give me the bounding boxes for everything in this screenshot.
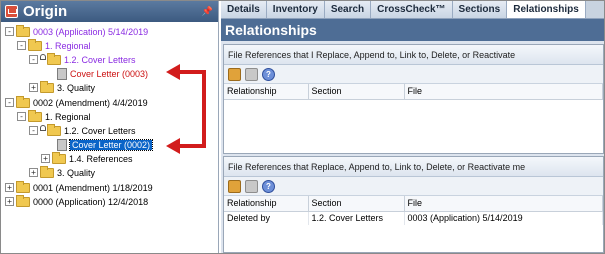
tree-node[interactable]: +3. Quality (29, 165, 95, 179)
tab-search[interactable]: Search (324, 1, 372, 18)
tree-node-label[interactable]: 0000 (Application) 12/4/2018 (33, 197, 148, 207)
tree-node-label[interactable]: 3. Quality (57, 168, 95, 178)
tree-node[interactable]: - 1. Regional (17, 38, 91, 52)
tree-node-label[interactable]: 0002 (Amendment) 4/4/2019 (33, 98, 148, 108)
tab-relationships[interactable]: Relationships (507, 1, 586, 18)
lock-icon (40, 124, 46, 131)
column-header-section[interactable]: Section (308, 196, 405, 212)
tree-node-label[interactable]: 1. Regional (45, 41, 91, 51)
folder-icon (16, 95, 30, 108)
relationships-title: Relationships (221, 19, 604, 41)
origin-header: Origin 📌 (1, 1, 218, 22)
column-header-section[interactable]: Section (308, 84, 405, 100)
tab-inventory[interactable]: Inventory (266, 1, 325, 18)
folder-icon (40, 165, 54, 178)
pin-icon[interactable]: 📌 (202, 6, 213, 17)
tree-node[interactable]: Cover Letter (0003) (57, 67, 148, 80)
collapse-icon[interactable]: - (17, 41, 26, 50)
section1-table: Relationship Section File (224, 84, 603, 100)
tree-node-label[interactable]: 1. Regional (45, 112, 91, 122)
section1-title: File References that I Replace, Append t… (224, 45, 603, 65)
document-icon (57, 138, 67, 151)
tree-node-label[interactable]: 0001 (Amendment) 1/18/2019 (33, 183, 153, 193)
section1-toolbar: ? (224, 65, 603, 84)
collapse-icon[interactable]: - (5, 27, 14, 36)
table-row[interactable]: Deleted by 1.2. Cover Letters 0003 (Appl… (224, 211, 603, 225)
relationship-arrow (166, 64, 206, 154)
expand-icon[interactable]: + (5, 197, 14, 206)
tree-node[interactable]: +1.4. References (41, 151, 133, 165)
outgoing-references-section: File References that I Replace, Append t… (223, 44, 604, 154)
row-file: 0003 (Application) 5/14/2019 (404, 211, 603, 225)
document-icon (57, 67, 67, 80)
tree-node[interactable]: - 1. Regional (17, 109, 91, 123)
folder-icon (16, 24, 30, 37)
tree-node-label[interactable]: 3. Quality (57, 83, 95, 93)
collapse-icon[interactable]: - (29, 55, 38, 64)
tree-node[interactable]: - 0002 (Amendment) 4/4/2019 (5, 95, 148, 109)
section2-toolbar: ? (224, 177, 603, 196)
folder-icon (47, 52, 61, 65)
expand-icon[interactable]: + (41, 154, 50, 163)
expand-icon[interactable]: + (5, 183, 14, 192)
column-header-relationship[interactable]: Relationship (224, 84, 309, 100)
tree-node[interactable]: +3. Quality (29, 80, 95, 94)
tree-node[interactable]: - 0003 (Application) 5/14/2019 (5, 24, 148, 38)
expand-icon[interactable]: + (29, 83, 38, 92)
tab-crosscheck[interactable]: CrossCheck™ (371, 1, 453, 18)
row-relationship: Deleted by (224, 211, 309, 225)
tree-node-label[interactable]: 0003 (Application) 5/14/2019 (33, 27, 148, 37)
collapse-icon[interactable]: - (29, 126, 38, 135)
grid-icon[interactable] (245, 67, 258, 81)
tab-sections[interactable]: Sections (452, 1, 508, 18)
folder-icon (16, 180, 30, 193)
section2-title: File References that Replace, Append to,… (224, 157, 603, 177)
folder-icon (47, 123, 61, 136)
folder-icon (40, 80, 54, 93)
tree-node[interactable]: Cover Letter (0002) (57, 138, 154, 151)
incoming-references-section: File References that Replace, Append to,… (223, 156, 604, 253)
tree-node[interactable]: +0001 (Amendment) 1/18/2019 (5, 180, 153, 194)
expand-icon[interactable]: + (29, 168, 38, 177)
tree-node-label[interactable]: 1.2. Cover Letters (64, 55, 136, 65)
origin-icon (5, 5, 18, 18)
column-header-file[interactable]: File (404, 196, 603, 212)
column-header-file[interactable]: File (404, 84, 603, 100)
collapse-icon[interactable]: - (17, 112, 26, 121)
folder-icon (28, 109, 42, 122)
origin-tree: -0003 (Application) 5/14/2019-1. Regiona… (1, 22, 218, 207)
lock-icon (40, 53, 46, 60)
folder-icon (16, 194, 30, 207)
column-header-relationship[interactable]: Relationship (224, 196, 309, 212)
tree-node-label[interactable]: 1.2. Cover Letters (64, 126, 136, 136)
tab-bar: Details Inventory Search CrossCheck™ Sec… (221, 1, 604, 19)
tree-node[interactable]: +0000 (Application) 12/4/2018 (5, 194, 148, 208)
tree-node-label[interactable]: Cover Letter (0003) (70, 69, 148, 79)
help-icon[interactable]: ? (262, 67, 275, 81)
origin-title: Origin (23, 3, 68, 20)
help-icon[interactable]: ? (262, 179, 275, 193)
collapse-icon[interactable]: - (5, 98, 14, 107)
folder-icon (28, 38, 42, 51)
tree-node-label[interactable]: Cover Letter (0002) (68, 138, 154, 151)
add-reference-icon[interactable] (228, 179, 241, 193)
tree-node-label[interactable]: 1.4. References (69, 154, 133, 164)
relationships-panel: Details Inventory Search CrossCheck™ Sec… (221, 1, 604, 253)
section2-table: Relationship Section File Deleted by 1.2… (224, 196, 603, 225)
folder-icon (52, 151, 66, 164)
row-section: 1.2. Cover Letters (308, 211, 405, 225)
add-reference-icon[interactable] (228, 67, 241, 81)
tab-details[interactable]: Details (221, 1, 267, 18)
tree-node[interactable]: - 1.2. Cover Letters (29, 123, 136, 137)
grid-icon[interactable] (245, 179, 258, 193)
tree-node[interactable]: - 1.2. Cover Letters (29, 52, 136, 66)
